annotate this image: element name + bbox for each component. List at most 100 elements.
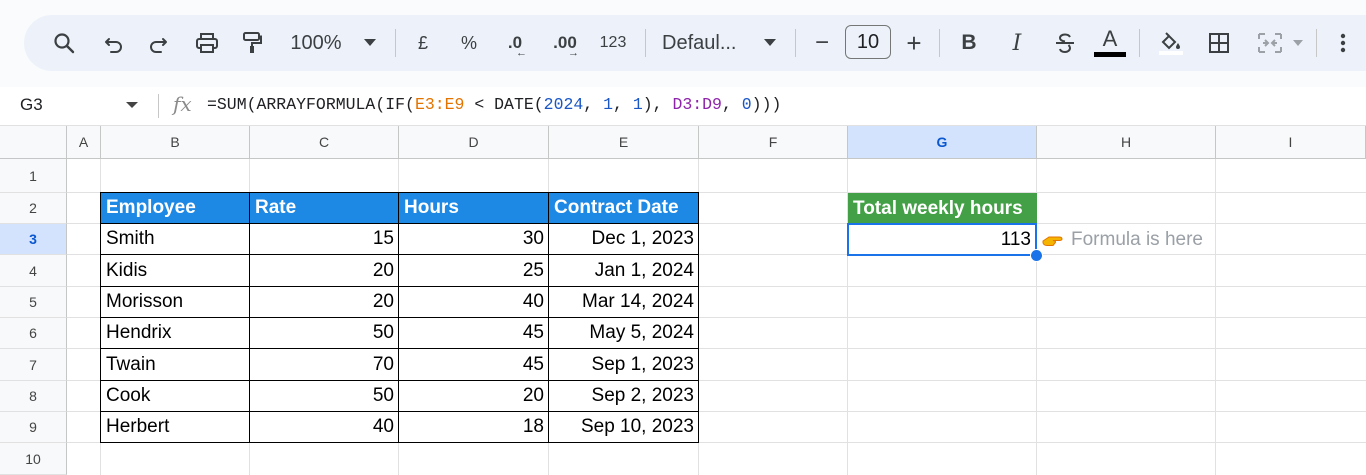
name-box-dropdown-icon[interactable] (126, 102, 138, 108)
row-header-2[interactable]: 2 (0, 193, 67, 224)
column-header-b[interactable]: B (101, 126, 250, 159)
date-cell[interactable]: Mar 14, 2024 (548, 286, 699, 318)
currency-format-button[interactable]: £ (408, 15, 438, 71)
zoom-dropdown-icon[interactable] (360, 15, 380, 71)
formula-number: 0 (741, 95, 752, 114)
column-header-e[interactable]: E (549, 126, 699, 159)
fill-color-icon[interactable] (1152, 15, 1188, 71)
italic-button[interactable]: I (1002, 15, 1032, 71)
strikethrough-icon[interactable] (1048, 15, 1082, 71)
merge-dropdown-icon[interactable] (1290, 15, 1306, 71)
name-box[interactable]: G3 (20, 95, 43, 115)
decrease-font-size-button[interactable]: − (808, 15, 836, 71)
increase-decimal-button[interactable]: .00 → (546, 15, 584, 71)
row-header-8[interactable]: 8 (0, 381, 67, 412)
hours-cell[interactable]: 20 (398, 380, 549, 412)
header-hours[interactable]: Hours (398, 192, 549, 224)
row-header-7[interactable]: 7 (0, 349, 67, 381)
toolbar-divider (1139, 29, 1140, 57)
date-cell[interactable]: Jan 1, 2024 (548, 254, 699, 287)
hours-cell[interactable]: 40 (398, 286, 549, 318)
row-header-9[interactable]: 9 (0, 412, 67, 443)
row-header-4[interactable]: 4 (0, 255, 67, 287)
search-menus-icon[interactable] (48, 15, 80, 71)
date-cell[interactable]: Sep 1, 2023 (548, 348, 699, 381)
hours-cell[interactable]: 18 (398, 411, 549, 443)
formula-part: < DATE( (464, 95, 544, 114)
font-family-select[interactable]: Defaul... (662, 15, 746, 71)
merge-cells-icon[interactable] (1250, 15, 1290, 71)
rate-cell[interactable]: 70 (249, 348, 399, 381)
date-cell[interactable]: Sep 2, 2023 (548, 380, 699, 412)
font-family-value: Defaul... (662, 31, 737, 54)
row-header-3[interactable]: 3 (0, 224, 67, 255)
print-icon[interactable] (190, 15, 224, 71)
redo-icon[interactable] (142, 15, 174, 71)
arrow-right-icon: → (568, 47, 579, 59)
column-header-d[interactable]: D (399, 126, 549, 159)
zoom-select[interactable]: 100% (286, 15, 346, 71)
borders-icon[interactable] (1202, 15, 1236, 71)
font-dropdown-icon[interactable] (760, 15, 780, 71)
rate-cell[interactable]: 50 (249, 317, 399, 349)
undo-icon[interactable] (98, 15, 130, 71)
formula-note: Formula is here (1041, 225, 1203, 255)
column-header-f[interactable]: F (699, 126, 848, 159)
column-header-h[interactable]: H (1037, 126, 1216, 159)
text-color-button[interactable]: A (1092, 15, 1128, 71)
employee-cell[interactable]: Kidis (100, 254, 250, 287)
number-format-button[interactable]: 123 (596, 15, 630, 71)
formula-number: 1 (632, 95, 643, 114)
formula-range-d: D3:D9 (672, 95, 722, 114)
toolbar: 100% £ % .0 ← .00 → 123 Defaul... − 10 +… (24, 15, 1366, 71)
header-contract-date[interactable]: Contract Date (548, 192, 699, 224)
toolbar-divider (645, 29, 646, 57)
bold-button[interactable]: B (954, 15, 984, 71)
employee-cell[interactable]: Herbert (100, 411, 250, 443)
paint-format-icon[interactable] (236, 15, 268, 71)
rate-cell[interactable]: 50 (249, 380, 399, 412)
total-weekly-hours-cell[interactable]: 113 (847, 223, 1037, 256)
employee-cell[interactable]: Hendrix (100, 317, 250, 349)
row-header-10[interactable]: 10 (0, 443, 67, 475)
percent-format-button[interactable]: % (454, 15, 484, 71)
sheet-grid[interactable]: A B C D E F G H I 1 2 3 4 5 6 7 8 9 10 E… (0, 126, 1366, 475)
date-cell[interactable]: May 5, 2024 (548, 317, 699, 349)
rate-cell[interactable]: 15 (249, 223, 399, 255)
row-header-5[interactable]: 5 (0, 287, 67, 318)
more-options-icon[interactable] (1328, 15, 1358, 71)
hours-cell[interactable]: 45 (398, 348, 549, 381)
employee-cell[interactable]: Twain (100, 348, 250, 381)
header-rate[interactable]: Rate (249, 192, 399, 224)
rate-cell[interactable]: 40 (249, 411, 399, 443)
employee-cell[interactable]: Cook (100, 380, 250, 412)
font-size-input[interactable]: 10 (845, 25, 891, 59)
decrease-decimal-button[interactable]: .0 ← (498, 15, 532, 71)
toolbar-divider (795, 29, 796, 57)
formula-range-e: E3:E9 (414, 95, 465, 114)
employee-cell[interactable]: Morisson (100, 286, 250, 318)
total-weekly-hours-header[interactable]: Total weekly hours (848, 193, 1037, 224)
column-header-i[interactable]: I (1216, 126, 1366, 159)
row-header-1[interactable]: 1 (0, 159, 67, 193)
rate-cell[interactable]: 20 (249, 286, 399, 318)
rate-cell[interactable]: 20 (249, 254, 399, 287)
column-header-a[interactable]: A (67, 126, 101, 159)
increase-font-size-button[interactable]: + (900, 15, 928, 71)
date-cell[interactable]: Dec 1, 2023 (548, 223, 699, 255)
number-format-label: 123 (599, 34, 627, 51)
row-header-6[interactable]: 6 (0, 318, 67, 349)
column-header-g[interactable]: G (848, 126, 1037, 159)
formula-input[interactable]: =SUM(ARRAYFORMULA(IF(E3:E9 < DATE(2024, … (207, 95, 781, 114)
employee-cell[interactable]: Smith (100, 223, 250, 255)
minus-label: − (814, 29, 829, 56)
column-header-c[interactable]: C (250, 126, 399, 159)
hours-cell[interactable]: 30 (398, 223, 549, 255)
hours-cell[interactable]: 45 (398, 317, 549, 349)
bold-label: B (961, 31, 977, 54)
hours-cell[interactable]: 25 (398, 254, 549, 287)
date-cell[interactable]: Sep 10, 2023 (548, 411, 699, 443)
select-all-corner[interactable] (0, 126, 67, 159)
zoom-value: 100% (290, 31, 342, 54)
header-employee[interactable]: Employee (100, 192, 250, 224)
